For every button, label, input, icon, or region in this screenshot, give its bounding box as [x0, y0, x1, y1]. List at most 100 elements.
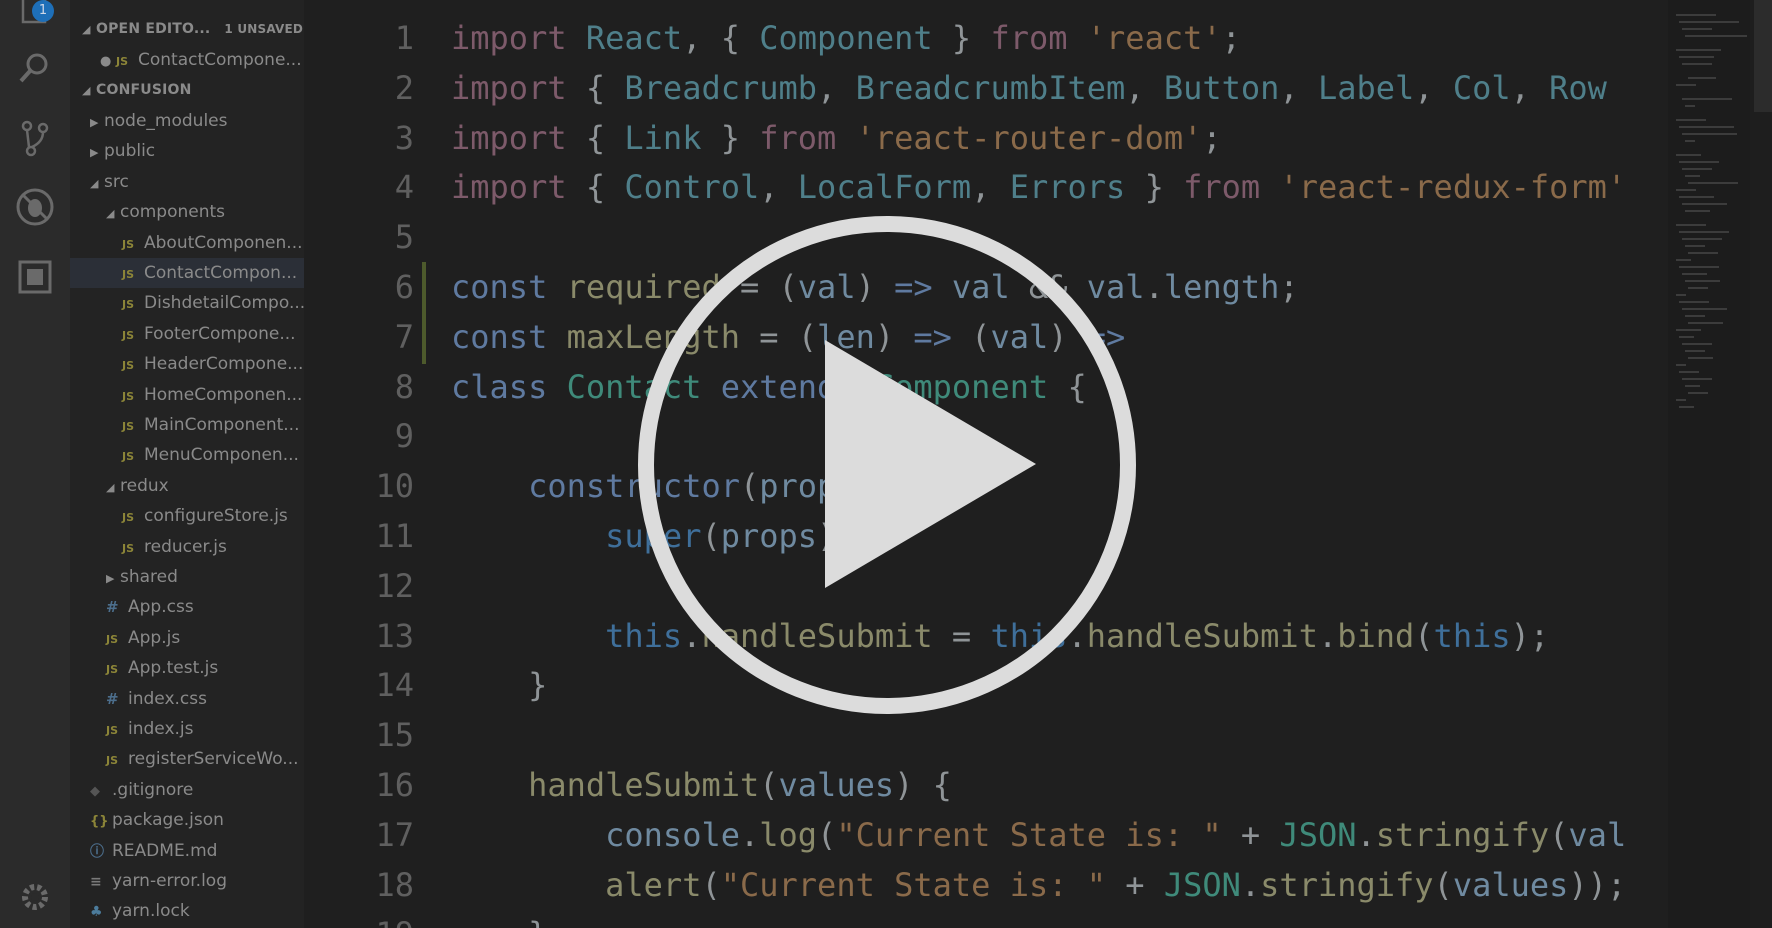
tree-item-label: FooterCompone... [144, 323, 296, 344]
source-control-icon[interactable] [15, 118, 55, 158]
minimap[interactable] [1668, 0, 1750, 928]
tree-item-label: ContactCompon... [144, 263, 298, 283]
code-line: 15 [304, 710, 1668, 760]
tree-file[interactable]: JS HomeComponen... [70, 380, 304, 410]
tree-file[interactable]: ♣ yarn.lock [70, 896, 304, 926]
extensions-icon[interactable] [15, 257, 55, 297]
code-token: from [759, 118, 856, 157]
tree-file[interactable]: ◆ .gitignore [70, 775, 304, 805]
js-file-icon: JS [122, 328, 135, 342]
tree-folder[interactable]: ◢ redux [70, 471, 304, 501]
chevron-right-icon: ▶ [106, 572, 115, 585]
tree-item-label: .gitignore [112, 779, 194, 800]
minimap-line [1688, 357, 1713, 359]
code-token: alert [605, 865, 702, 904]
code-line: 3 import { Link } from 'react-router-dom'… [304, 113, 1668, 163]
code-token: import [451, 118, 586, 157]
js-file-icon: JS [122, 268, 135, 281]
js-file-icon: JS [122, 541, 135, 555]
minimap-line [1685, 140, 1695, 142]
tree-file[interactable]: JS configureStore.js [70, 501, 304, 531]
explorer-sidebar: ◢ OPEN EDITO... 1 UNSAVED ● JS ContactCompon… [70, 0, 304, 928]
code-token: 'react' [1086, 19, 1222, 57]
minimap-line [1688, 77, 1716, 79]
js-file-icon: JS [122, 511, 135, 525]
tree-file[interactable]: ⓘ README.md [70, 836, 304, 866]
tree-file[interactable]: {} package.json [70, 805, 304, 835]
code-line: 2 import { Breadcrumb, BreadcrumbItem, Bu… [304, 63, 1668, 113]
tree-file[interactable]: JS MainComponent... [70, 410, 304, 440]
js-file-icon: JS [122, 450, 135, 464]
code-token: "Current State is: " [720, 865, 1107, 904]
tree-file[interactable]: JS MenuComponen... [70, 440, 304, 470]
code-token: 'react-redux-form' [1279, 168, 1627, 207]
code-token: . [1240, 865, 1261, 904]
vertical-scrollbar[interactable] [1750, 0, 1772, 928]
search-icon[interactable] [15, 48, 55, 88]
line-number: 2 [394, 68, 414, 107]
code-token: ( [1414, 616, 1434, 655]
play-icon[interactable] [636, 214, 1138, 716]
tree-file[interactable]: JS registerServiceWo... [70, 744, 304, 774]
minimap-line [1676, 189, 1696, 191]
code-token: } [932, 19, 991, 57]
line-number: 4 [394, 168, 414, 207]
info-file-icon: ⓘ [90, 843, 104, 860]
tree-file[interactable]: JS reducer.js [70, 532, 304, 562]
activity-bar: 1 [0, 0, 70, 928]
tree-file[interactable]: JS DishdetailCompo... [70, 288, 304, 318]
minimap-line [1679, 126, 1734, 128]
unsaved-dot-icon: ● [100, 54, 112, 69]
tree-folder[interactable]: ▶ public [70, 136, 304, 166]
tree-item-label: reducer.js [144, 536, 227, 557]
tree-folder[interactable]: ◢ src [70, 167, 304, 197]
tree-file[interactable]: # index.css [70, 684, 304, 714]
code-token: import [451, 19, 586, 57]
minimap-line [1676, 119, 1706, 121]
js-file-icon: JS [122, 359, 135, 373]
tree-file[interactable]: JS HeaderCompone... [70, 349, 304, 379]
tree-file[interactable]: JS AboutComponen... [70, 228, 304, 258]
tree-file[interactable]: JS App.test.js [70, 653, 304, 683]
line-number: 8 [394, 367, 414, 406]
open-editor-item[interactable]: ● JS ContactCompone... [70, 45, 304, 75]
tree-file[interactable]: JS App.js [70, 623, 304, 653]
open-editors-header[interactable]: ◢ OPEN EDITO... 1 UNSAVED [70, 14, 304, 44]
tree-item-label: HomeComponen... [144, 384, 303, 405]
tree-file[interactable]: JS FooterCompone... [70, 319, 304, 349]
minimap-line [1688, 252, 1718, 254]
tree-folder[interactable]: ◢ components [70, 197, 304, 227]
tree-file[interactable]: JS index.js [70, 714, 304, 744]
js-file-icon: JS [122, 298, 135, 312]
code-token: BreadcrumbItem [855, 68, 1126, 107]
tree-item-label: yarn.lock [112, 901, 190, 922]
json-file-icon: {} [90, 814, 109, 830]
code-line: 18 alert("Current State is: " + JSON.str… [304, 860, 1668, 910]
scrollbar-thumb[interactable] [1754, 0, 1772, 112]
unsaved-badge: 1 UNSAVED [224, 22, 304, 36]
project-header[interactable]: ◢ CONFUSION [70, 75, 304, 105]
minimap-line [1682, 308, 1727, 310]
gitignore-file-icon: ◆ [90, 783, 100, 799]
tree-item-label: index.js [128, 719, 194, 739]
tree-item-label: src [104, 171, 129, 192]
tree-file[interactable]: JS ContactCompon... [70, 258, 304, 288]
code-token: values [778, 766, 895, 804]
tree-file[interactable]: ≡ yarn-error.log [70, 866, 304, 896]
code-token: , [817, 68, 856, 107]
line-number: 7 [394, 317, 414, 356]
code-token: } [1125, 168, 1184, 207]
code-token: { [585, 68, 625, 107]
minimap-line [1679, 196, 1714, 198]
code-token: bind [1337, 616, 1415, 655]
code-token: , [971, 168, 1010, 207]
tree-folder[interactable]: ▶ node_modules [70, 106, 304, 136]
gear-icon[interactable] [15, 877, 55, 917]
code-token: } [701, 118, 760, 157]
debug-icon[interactable] [15, 187, 55, 227]
tree-file[interactable]: # App.css [70, 592, 304, 622]
code-token: ) { [894, 766, 952, 804]
tree-folder[interactable]: ▶ shared [70, 562, 304, 592]
tree-item-label: App.css [128, 597, 194, 618]
explorer-badge: 1 [32, 0, 54, 22]
